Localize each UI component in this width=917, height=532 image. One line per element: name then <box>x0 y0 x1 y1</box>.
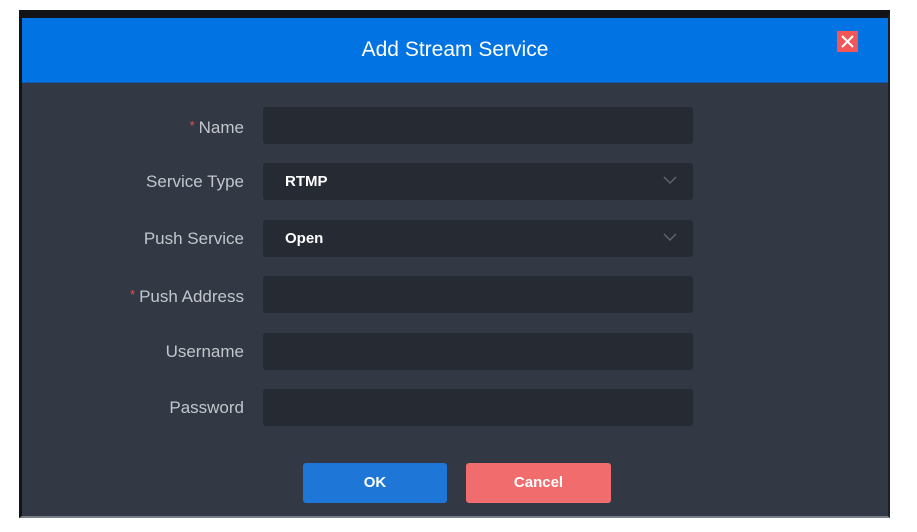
password-label: Password <box>169 398 244 417</box>
username-input[interactable] <box>263 333 693 370</box>
dialog-header: Add Stream Service <box>22 18 888 83</box>
name-row: * Name <box>22 107 888 145</box>
cancel-button[interactable]: Cancel <box>466 463 611 503</box>
name-label: * Name <box>189 118 244 137</box>
push-address-label: * Push Address <box>130 287 244 306</box>
name-input[interactable] <box>263 107 693 144</box>
push-address-row: * Push Address <box>22 276 888 314</box>
required-marker: * <box>130 287 136 302</box>
service-type-select[interactable]: RTMP <box>263 163 693 200</box>
username-label: Username <box>165 342 244 361</box>
service-type-value: RTMP <box>285 173 328 190</box>
chevron-down-icon <box>663 233 677 242</box>
ok-button[interactable]: OK <box>303 463 447 503</box>
password-row: Password <box>22 389 888 427</box>
push-service-row: Push Service Open <box>22 220 888 258</box>
service-type-row: Service Type RTMP <box>22 163 888 201</box>
required-marker: * <box>189 118 195 133</box>
service-type-label: Service Type <box>146 172 244 191</box>
close-button[interactable] <box>837 31 858 52</box>
push-service-select[interactable]: Open <box>263 220 693 257</box>
close-x-icon <box>841 35 854 48</box>
push-service-label: Push Service <box>143 229 244 248</box>
add-stream-service-dialog: Add Stream Service * Name Service Type RT… <box>19 10 890 518</box>
push-address-input[interactable] <box>263 276 693 313</box>
chevron-down-icon <box>663 176 677 185</box>
password-input[interactable] <box>263 389 693 426</box>
dialog-title: Add Stream Service <box>361 38 549 61</box>
username-row: Username <box>22 333 888 371</box>
push-service-value: Open <box>285 230 324 247</box>
